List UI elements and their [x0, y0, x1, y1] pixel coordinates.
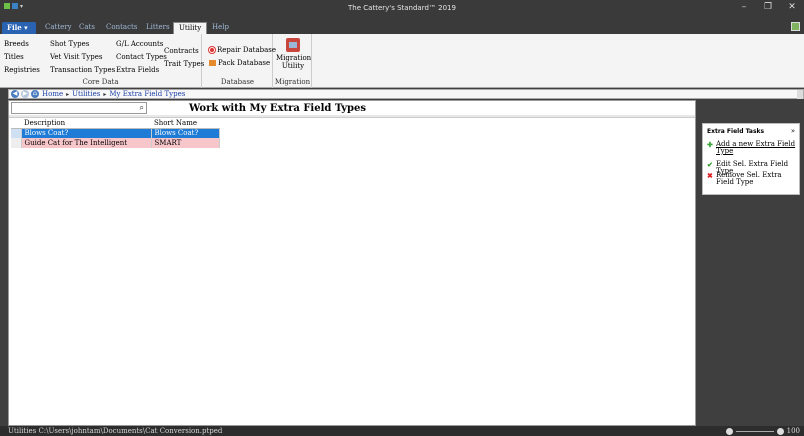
- core-data-caption: Core Data: [82, 78, 119, 86]
- main-panel: ⌕ Work with My Extra Field Types Descrip…: [8, 100, 696, 426]
- window-title: The Cattery's Standard™ 2019: [348, 4, 456, 12]
- extra-field-types-table: Description Short Name Blows Coat? Blows…: [11, 119, 220, 148]
- database-caption: Database: [220, 78, 255, 86]
- row-header[interactable]: [11, 128, 22, 138]
- column-header-description[interactable]: Description: [21, 119, 151, 129]
- tab-cattery[interactable]: Cattery: [40, 22, 77, 34]
- tab-litters[interactable]: Litters: [141, 22, 175, 34]
- migration-utility-label: Migration Utility: [276, 54, 312, 70]
- minimize-button[interactable]: –: [732, 2, 756, 12]
- cell-short-name[interactable]: SMART: [151, 138, 220, 148]
- repair-icon: [209, 47, 215, 53]
- home-icon[interactable]: ⌂: [31, 90, 39, 98]
- search-icon[interactable]: ⌕: [140, 103, 144, 113]
- table-row[interactable]: Blows Coat? Blows Coat?: [11, 128, 220, 138]
- zoom-level: 100: [786, 427, 800, 435]
- transaction-types-button[interactable]: Transaction Types: [50, 66, 115, 74]
- task-add-label: Add a new Extra Field Type: [716, 140, 796, 155]
- breeds-button[interactable]: Breeds: [4, 40, 29, 48]
- task-add-extra-field-type[interactable]: ✚ Add a new Extra Field Type: [707, 141, 799, 155]
- breadcrumb-scroll[interactable]: [797, 90, 803, 99]
- group-migration: Migration Utility Migration: [274, 34, 312, 88]
- zoom-control: 100: [725, 427, 800, 435]
- grid-toolstrip: [9, 115, 695, 118]
- registries-button[interactable]: Registries: [4, 66, 40, 74]
- cell-description[interactable]: Blows Coat?: [21, 128, 152, 138]
- chevron-right-icon: ▸: [103, 90, 107, 98]
- titles-button[interactable]: Titles: [4, 53, 24, 61]
- pack-database-label: Pack Database: [218, 59, 271, 67]
- repair-database-button[interactable]: Repair Database: [209, 46, 276, 54]
- forward-button[interactable]: ▶: [21, 90, 29, 98]
- column-header-short-name[interactable]: Short Name: [151, 119, 219, 129]
- tasks-header: Extra Field Tasks: [707, 128, 765, 135]
- tab-help[interactable]: Help: [207, 22, 234, 34]
- pack-icon: [209, 60, 216, 66]
- group-core-data: Breeds Titles Registries Shot Types Vet …: [0, 34, 204, 88]
- menu-tabs: File ▾ Cattery Cats Contacts Litters Uti…: [0, 20, 804, 34]
- plus-icon: ✚: [707, 140, 713, 149]
- migration-icon: [286, 38, 300, 52]
- help-icon[interactable]: [791, 22, 800, 31]
- breadcrumb-current: My Extra Field Types: [109, 90, 186, 98]
- pack-database-button[interactable]: Pack Database: [209, 59, 270, 67]
- status-bar: Utilities C:\Users\johntam\Documents\Cat…: [0, 426, 804, 436]
- breadcrumb-home[interactable]: Home: [42, 90, 63, 98]
- collapse-icon[interactable]: »: [791, 127, 795, 135]
- table-row[interactable]: Guide Cat for The Intelligent SMART: [11, 138, 220, 148]
- migration-caption: Migration: [274, 78, 311, 86]
- tab-contacts[interactable]: Contacts: [101, 22, 142, 34]
- ribbon: Breeds Titles Registries Shot Types Vet …: [0, 34, 804, 88]
- close-button[interactable]: ✕: [780, 2, 804, 12]
- tab-utility[interactable]: Utility: [173, 22, 208, 34]
- vet-visit-types-button[interactable]: Vet Visit Types: [50, 53, 102, 61]
- title-bar: ▾ The Cattery's Standard™ 2019 – ❐ ✕: [0, 0, 804, 20]
- task-remove-label: Remove Sel. Extra Field Type: [716, 171, 782, 186]
- group-database: Repair Database Pack Database Database: [203, 34, 276, 88]
- restore-button[interactable]: ❐: [756, 2, 780, 12]
- tab-cats[interactable]: Cats: [74, 22, 100, 34]
- extra-field-tasks-panel: Extra Field Tasks » ✚ Add a new Extra Fi…: [702, 123, 800, 195]
- row-header-corner: [11, 119, 21, 129]
- zoom-out-icon[interactable]: [725, 427, 733, 435]
- zoom-slider[interactable]: [735, 430, 774, 432]
- status-text: Utilities C:\Users\johntam\Documents\Cat…: [8, 427, 223, 435]
- breadcrumb-utilities[interactable]: Utilities: [72, 90, 100, 98]
- task-remove-extra-field-type[interactable]: ✖ Remove Sel. Extra Field Type: [707, 172, 799, 186]
- shot-types-button[interactable]: Shot Types: [50, 40, 89, 48]
- search-input[interactable]: ⌕: [11, 102, 147, 114]
- extra-fields-button[interactable]: Extra Fields: [116, 66, 159, 74]
- file-menu-button[interactable]: File ▾: [2, 22, 36, 34]
- gl-accounts-button[interactable]: G/L Accounts: [116, 40, 163, 48]
- repair-database-label: Repair Database: [217, 46, 277, 54]
- task-sidebar: Extra Field Tasks » ✚ Add a new Extra Fi…: [697, 100, 804, 426]
- cell-short-name[interactable]: Blows Coat?: [151, 128, 220, 138]
- delete-x-icon: ✖: [707, 171, 713, 180]
- trait-types-button[interactable]: Trait Types: [164, 60, 204, 68]
- cell-description[interactable]: Guide Cat for The Intelligent: [21, 138, 152, 148]
- chevron-right-icon: ▸: [66, 90, 70, 98]
- back-button[interactable]: ◀: [11, 90, 19, 98]
- migration-utility-button[interactable]: Migration Utility: [276, 38, 312, 70]
- breadcrumb: ◀ ▶ ⌂ Home ▸ Utilities ▸ My Extra Field …: [8, 89, 804, 99]
- page-title: Work with My Extra Field Types: [189, 103, 367, 114]
- zoom-in-icon[interactable]: [776, 427, 784, 435]
- contracts-button[interactable]: Contracts: [164, 47, 199, 55]
- row-header[interactable]: [11, 138, 22, 148]
- contact-types-button[interactable]: Contact Types: [116, 53, 167, 61]
